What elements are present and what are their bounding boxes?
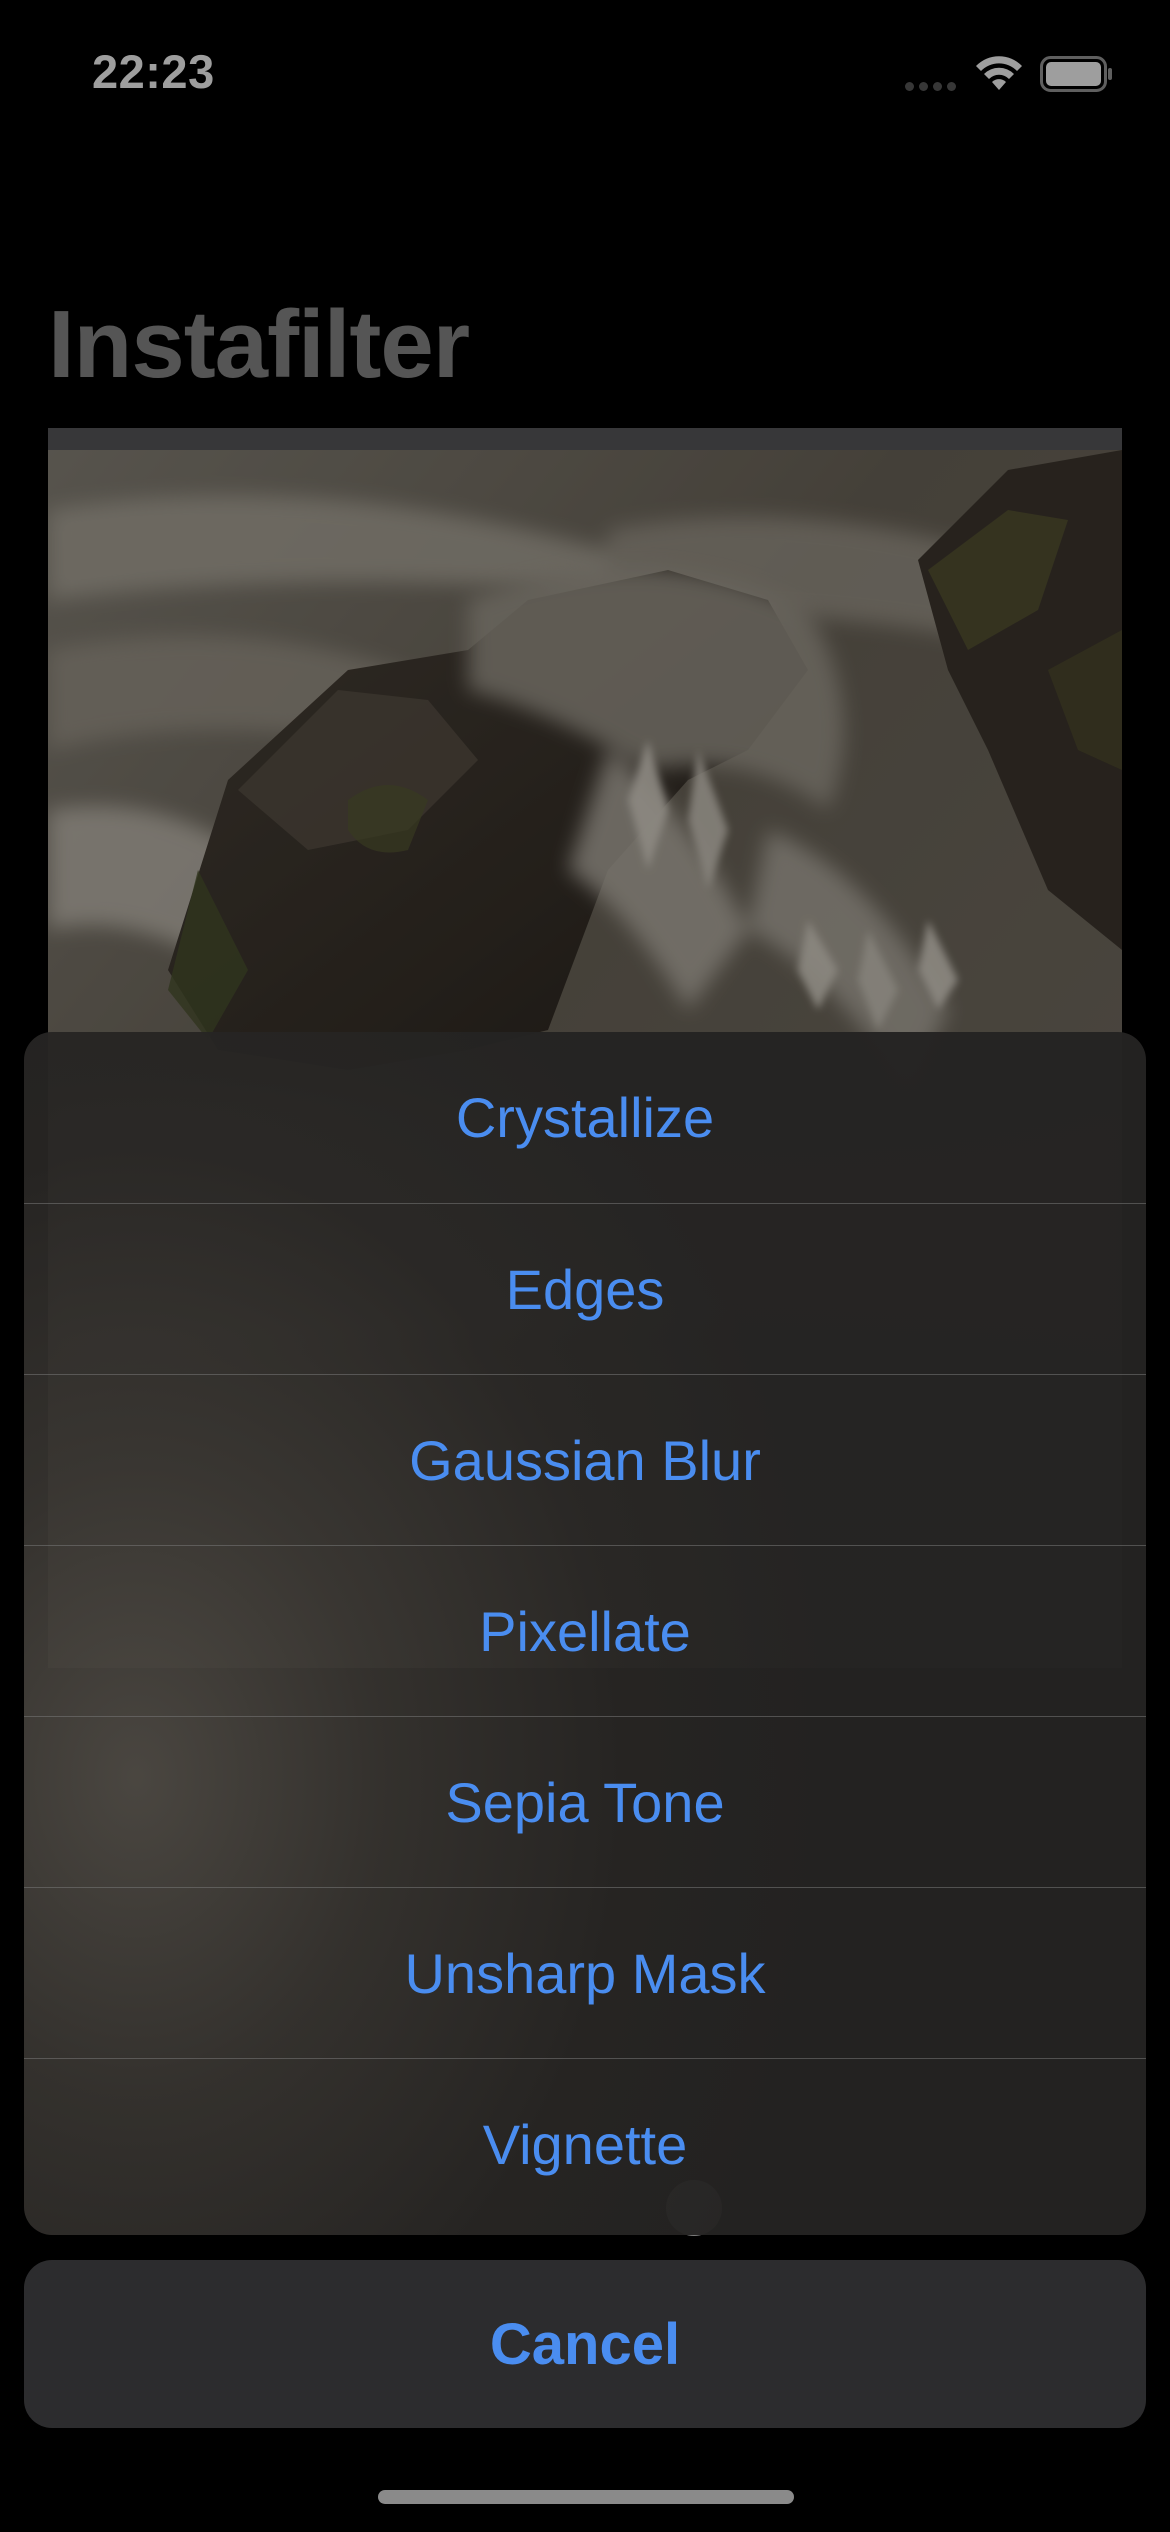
action-vignette[interactable]: Vignette: [24, 2058, 1146, 2229]
action-crystallize[interactable]: Crystallize: [24, 1032, 1146, 1203]
action-gaussian-blur[interactable]: Gaussian Blur: [24, 1374, 1146, 1545]
cancel-button[interactable]: Cancel: [24, 2260, 1146, 2428]
action-pixellate[interactable]: Pixellate: [24, 1545, 1146, 1716]
filter-action-sheet: Crystallize Edges Gaussian Blur Pixellat…: [24, 1032, 1146, 2235]
action-edges[interactable]: Edges: [24, 1203, 1146, 1374]
home-indicator[interactable]: [378, 2490, 794, 2504]
action-sepia-tone[interactable]: Sepia Tone: [24, 1716, 1146, 1887]
action-unsharp-mask[interactable]: Unsharp Mask: [24, 1887, 1146, 2058]
